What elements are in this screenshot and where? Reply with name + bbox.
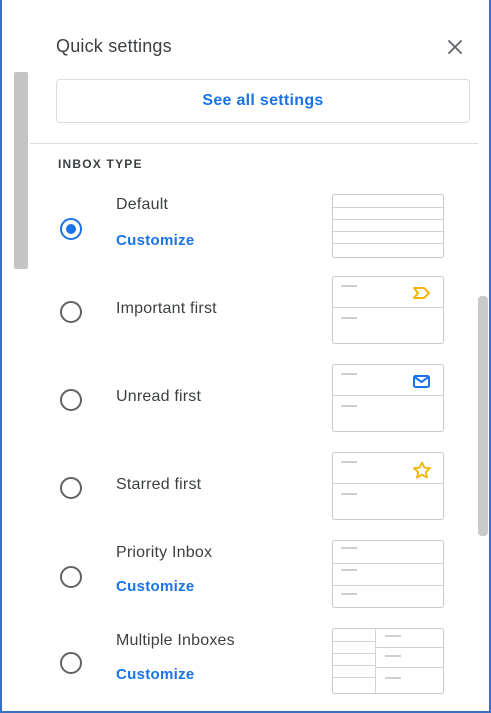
see-all-settings-button[interactable]: See all settings bbox=[56, 79, 470, 123]
thumbnail-important-first bbox=[332, 276, 444, 344]
option-label-starred-first[interactable]: Starred first bbox=[116, 476, 201, 494]
thumbnail-default bbox=[332, 194, 444, 258]
customize-link-priority-inbox[interactable]: Customize bbox=[116, 578, 195, 595]
option-label-unread-first[interactable]: Unread first bbox=[116, 388, 201, 406]
radio-important-first[interactable] bbox=[60, 301, 82, 323]
thumbnail-unread-first bbox=[332, 364, 444, 432]
radio-multiple-inboxes[interactable] bbox=[60, 652, 82, 674]
radio-priority-inbox[interactable] bbox=[60, 566, 82, 588]
radio-default[interactable] bbox=[60, 218, 82, 240]
panel-scrollbar[interactable] bbox=[478, 296, 488, 536]
customize-link-default[interactable]: Customize bbox=[116, 232, 195, 249]
option-label-important-first[interactable]: Important first bbox=[116, 300, 217, 318]
close-icon bbox=[448, 40, 462, 54]
thumbnail-multiple-inboxes bbox=[332, 628, 444, 694]
option-label-priority-inbox[interactable]: Priority Inbox bbox=[116, 544, 212, 562]
important-icon bbox=[413, 287, 430, 299]
option-label-default[interactable]: Default bbox=[116, 196, 168, 214]
option-label-multiple-inboxes[interactable]: Multiple Inboxes bbox=[116, 632, 235, 650]
radio-unread-first[interactable] bbox=[60, 389, 82, 411]
radio-starred-first[interactable] bbox=[60, 477, 82, 499]
customize-link-multiple-inboxes[interactable]: Customize bbox=[116, 666, 195, 683]
panel-title: Quick settings bbox=[56, 36, 172, 56]
thumbnail-priority-inbox bbox=[332, 540, 444, 608]
star-icon bbox=[413, 461, 431, 479]
envelope-icon bbox=[413, 375, 430, 388]
page-scrollbar[interactable] bbox=[14, 72, 28, 269]
thumbnail-starred-first bbox=[332, 452, 444, 520]
close-button[interactable] bbox=[442, 34, 468, 60]
section-divider bbox=[30, 143, 478, 144]
section-heading: INBOX TYPE bbox=[58, 157, 143, 171]
quick-settings-header: Quick settings bbox=[56, 36, 476, 60]
